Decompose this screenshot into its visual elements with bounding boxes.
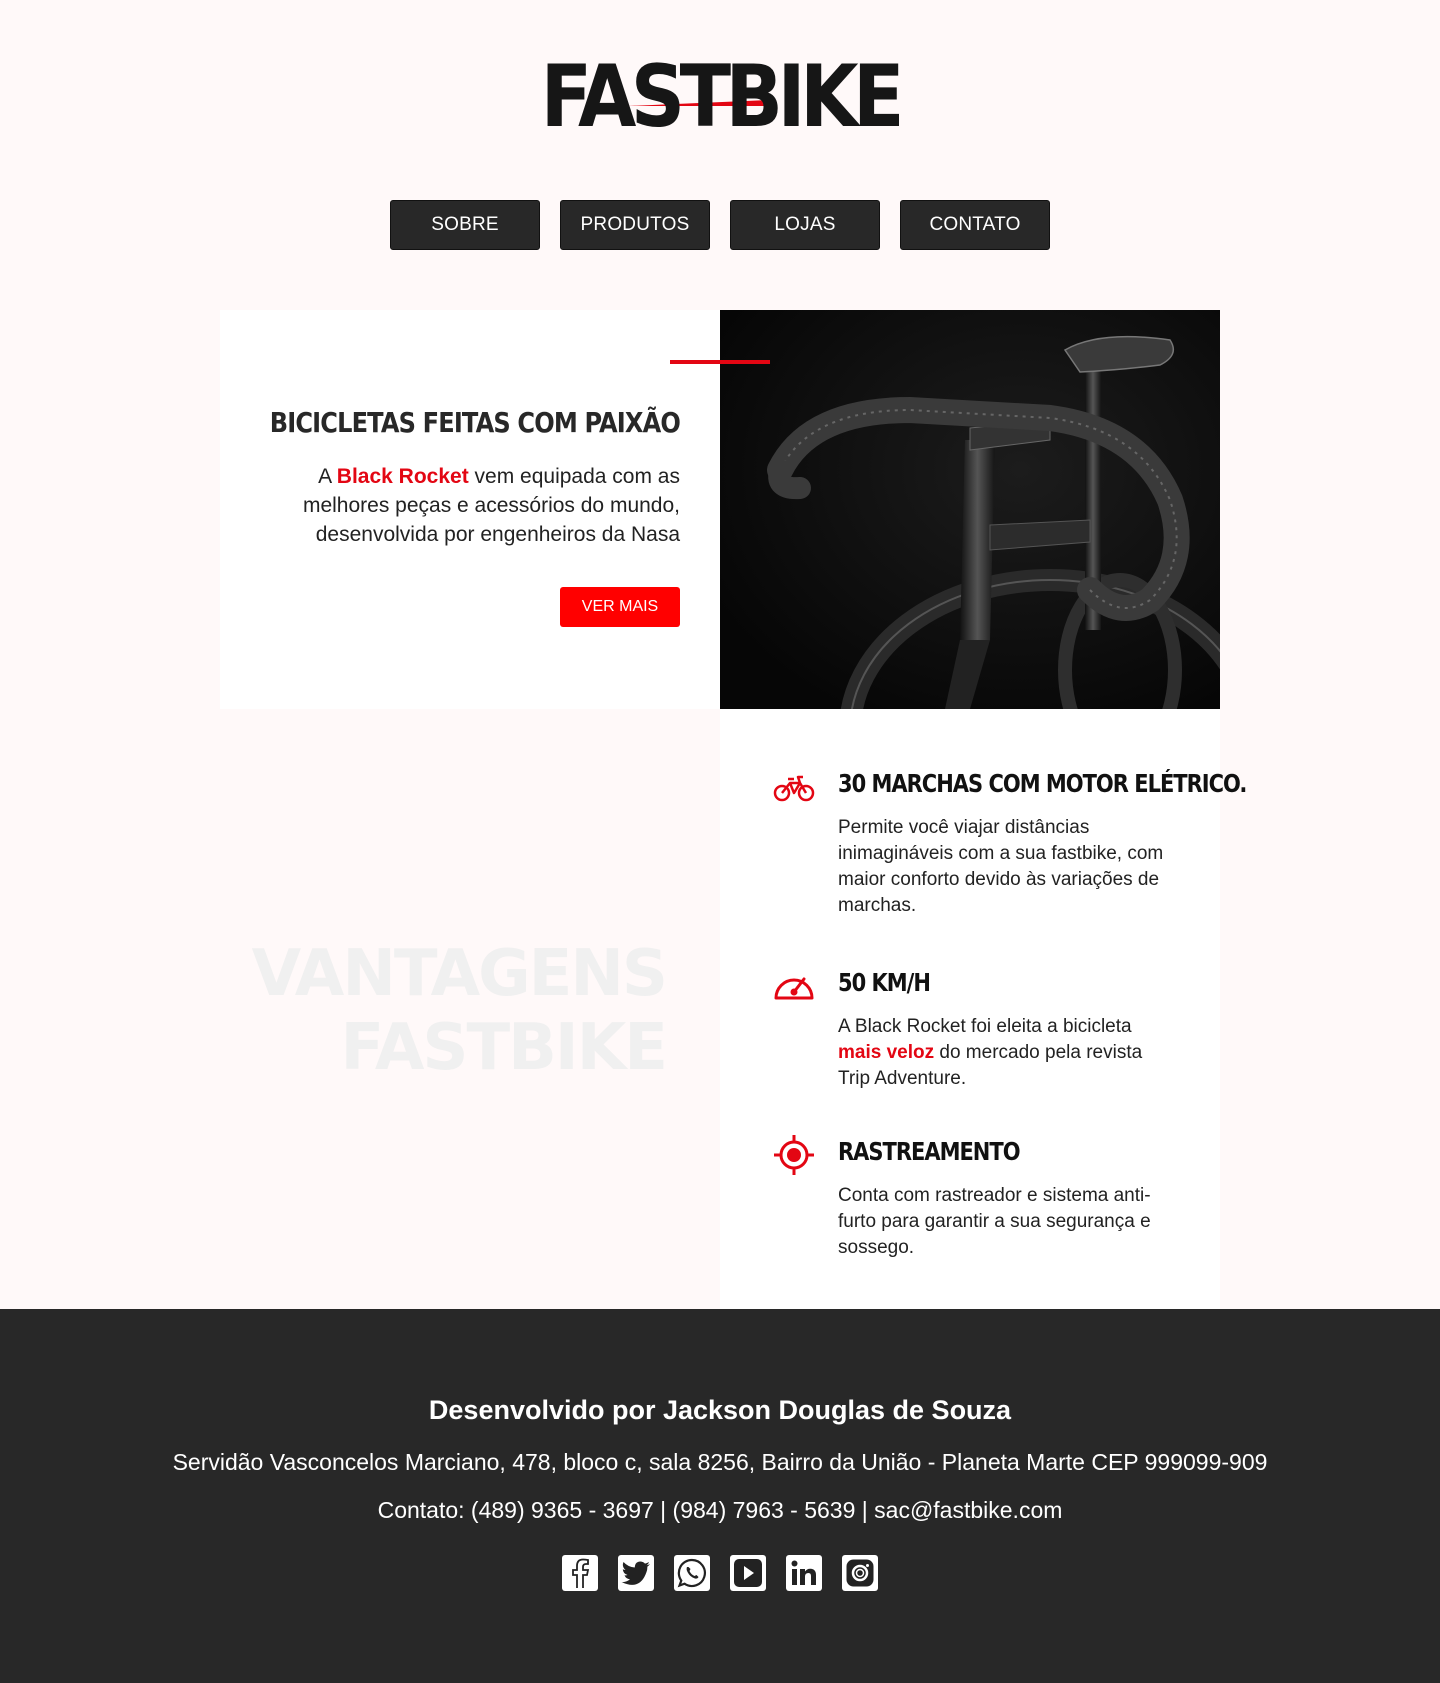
target-icon <box>774 1135 814 1175</box>
feature-title: RASTREAMENTO <box>838 1137 1021 1166</box>
footer-address: Servidão Vasconcelos Marciano, 478, bloc… <box>172 1449 1268 1475</box>
bike-image <box>720 310 1220 709</box>
feature-text: Conta com rastreador e sistema anti-furt… <box>838 1185 1151 1258</box>
feature-highlight: mais veloz <box>838 1042 935 1063</box>
hero-section: BICICLETAS FEITAS COM PAIXÃO A Black Roc… <box>220 310 1220 709</box>
footer: Desenvolvido por Jackson Douglas de Souz… <box>0 1309 1440 1683</box>
features-panel: 30 MARCHAS COM MOTOR ELÉTRICO. Permite v… <box>720 709 1247 1309</box>
hero-title: BICICLETAS FEITAS COM PAIXÃO <box>269 406 681 439</box>
feature-text-prefix: A Black Rocket foi eleita a bicicleta <box>838 1016 1132 1037</box>
ver-mais-button[interactable]: VER MAIS <box>560 587 680 627</box>
bicycle-icon <box>773 775 815 802</box>
nav-produtos-button[interactable]: PRODUTOS <box>560 200 710 250</box>
footer-developer: Desenvolvido por Jackson Douglas de Souz… <box>428 1395 1012 1425</box>
advantages-heading-line2: FASTBIKE <box>340 1011 668 1085</box>
nav-contato-button[interactable]: CONTATO <box>900 200 1050 250</box>
accent-line <box>670 360 770 364</box>
youtube-icon[interactable] <box>730 1555 766 1591</box>
speedometer-icon <box>774 977 814 1000</box>
hero-text-panel: BICICLETAS FEITAS COM PAIXÃO A Black Roc… <box>220 310 770 709</box>
feature-title: 50 KM/H <box>838 968 931 997</box>
linkedin-icon[interactable] <box>786 1555 822 1591</box>
hero-text-prefix: A <box>318 465 337 488</box>
logo-text: FASTBIKE <box>540 48 905 147</box>
twitter-icon[interactable] <box>618 1555 654 1591</box>
facebook-icon[interactable] <box>562 1555 598 1591</box>
instagram-icon[interactable] <box>842 1555 878 1591</box>
advantages-section: VANTAGENS FASTBIKE 30 MARCHAS COM MOTOR … <box>220 709 1247 1309</box>
feature-text: A Black Rocket foi eleita a bicicleta ma… <box>838 1014 1178 1092</box>
hero-description: A Black Rocket vem equipada com as melho… <box>280 462 680 549</box>
advantages-heading-panel: VANTAGENS FASTBIKE <box>220 709 720 1309</box>
nav-sobre-button[interactable]: SOBRE <box>390 200 540 250</box>
feature-title: 30 MARCHAS COM MOTOR ELÉTRICO. <box>838 769 1247 798</box>
advantages-heading: VANTAGENS FASTBIKE <box>251 937 668 1085</box>
feature-text: Permite você viajar distâncias inimaginá… <box>838 817 1164 916</box>
logo[interactable]: FASTBIKE <box>0 48 1440 148</box>
main-nav: SOBRE PRODUTOS LOJAS CONTATO <box>0 200 1440 250</box>
nav-lojas-button[interactable]: LOJAS <box>730 200 880 250</box>
advantages-heading-line1: VANTAGENS <box>251 937 668 1011</box>
whatsapp-icon[interactable] <box>674 1555 710 1591</box>
footer-contact: Contato: (489) 9365 - 3697 | (984) 7963 … <box>377 1497 1063 1523</box>
hero-highlight: Black Rocket <box>336 465 469 488</box>
social-links <box>0 1555 1440 1591</box>
